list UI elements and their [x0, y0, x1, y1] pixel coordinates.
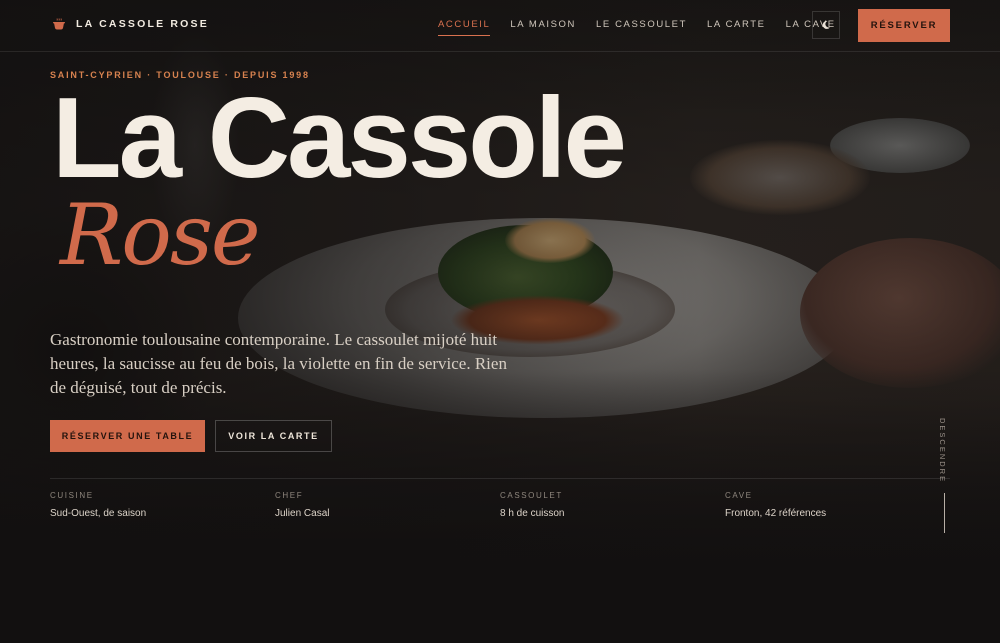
reserve-button[interactable]: RÉSERVER [858, 9, 950, 42]
view-menu-button[interactable]: VOIR LA CARTE [215, 420, 332, 452]
fact-label: CAVE [725, 491, 753, 500]
theme-toggle-button[interactable] [812, 11, 840, 39]
nav-item-la-carte[interactable]: LA CARTE [707, 19, 766, 36]
fact-chef: CHEF Julien Casal [275, 491, 329, 519]
fact-cassoulet: CASSOULET 8 h de cuisson [500, 491, 565, 519]
brand-name: LA CASSOLE ROSE [76, 18, 209, 30]
scroll-down-label: DESCENDRE [938, 418, 947, 484]
brand-logo-link[interactable]: LA CASSOLE ROSE [52, 17, 209, 31]
facts-row: CUISINE Sud-Ouest, de saison CHEF Julien… [50, 478, 950, 519]
fact-cave: CAVE Fronton, 42 références [725, 491, 826, 519]
hero-description: Gastronomie toulousaine contemporaine. L… [50, 330, 507, 397]
scroll-down-line [944, 493, 945, 533]
reserve-table-button[interactable]: RÉSERVER UNE TABLE [50, 420, 205, 452]
fact-label: CUISINE [50, 491, 94, 500]
fact-value: 8 h de cuisson [500, 508, 565, 519]
fact-value: Julien Casal [275, 508, 330, 519]
main-nav: ACCUEIL LA MAISON LE CASSOULET LA CARTE … [438, 19, 836, 36]
nav-item-la-maison[interactable]: LA MAISON [510, 19, 576, 36]
nav-item-le-cassoulet[interactable]: LE CASSOULET [596, 19, 687, 36]
nav-item-accueil[interactable]: ACCUEIL [438, 19, 491, 36]
fact-value: Sud-Ouest, de saison [50, 508, 147, 519]
fact-cuisine: CUISINE Sud-Ouest, de saison [50, 491, 146, 519]
hero-title: La Cassole [52, 75, 627, 202]
hero-title-accent: Rose [60, 186, 261, 284]
fact-value: Fronton, 42 références [725, 508, 827, 519]
fact-label: CHEF [275, 491, 304, 500]
cassole-pot-icon [53, 18, 65, 30]
fact-label: CASSOULET [500, 491, 563, 500]
scroll-down-cue[interactable]: DESCENDRE [938, 418, 952, 534]
moon-icon [822, 20, 830, 29]
site-header: LA CASSOLE ROSE ACCUEIL LA MAISON LE CAS… [0, 0, 1000, 52]
